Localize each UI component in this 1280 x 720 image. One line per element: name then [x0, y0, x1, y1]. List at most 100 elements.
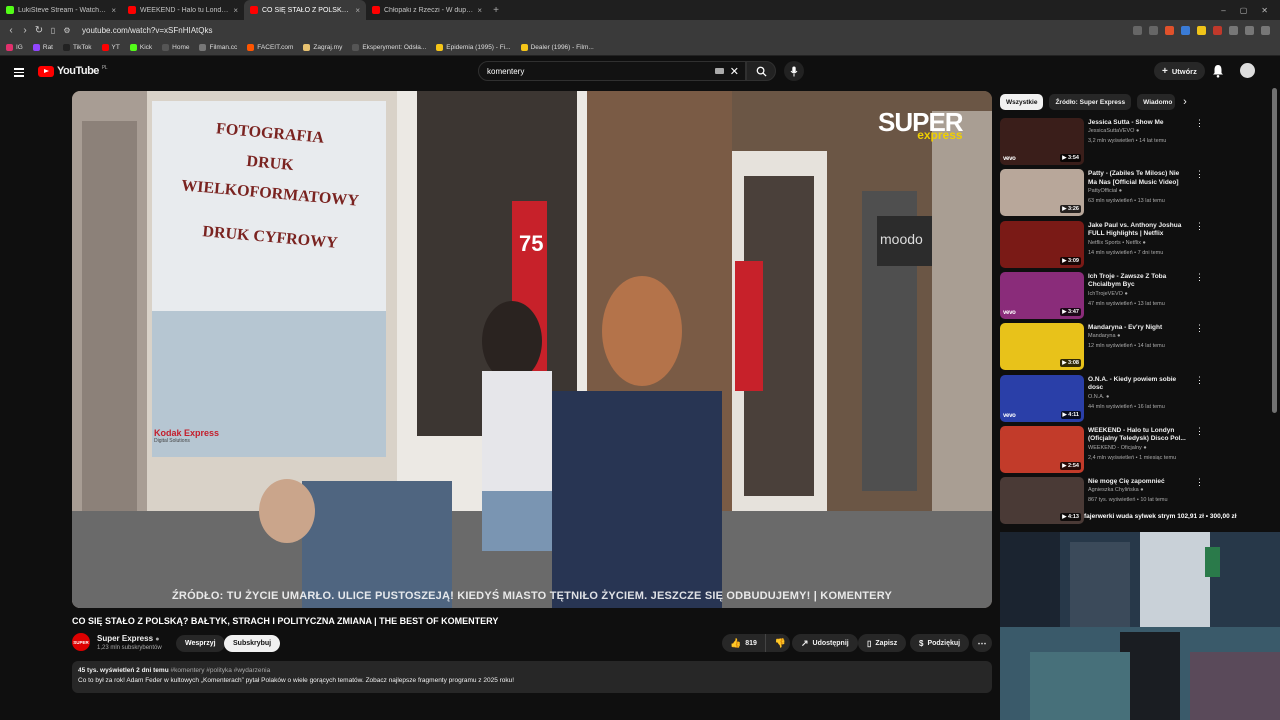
more-actions-button[interactable]: ⋯ [972, 634, 992, 652]
youtube-logo[interactable]: YouTube PL [38, 65, 108, 77]
recommendation-title[interactable]: Patty - (Zabiles Te Milosc) Nie Ma Nas [… [1088, 170, 1186, 187]
recommendation-item[interactable]: ▶ 2:54 WEEKEND - Halo tu Londyn (Oficjaln… [1000, 425, 1204, 474]
extension-icon[interactable] [1213, 25, 1222, 35]
voice-search-button[interactable] [784, 61, 804, 81]
extension-icon[interactable] [1181, 25, 1190, 35]
reload-icon[interactable]: ↻ [32, 25, 46, 36]
more-options-icon[interactable]: ⋮ [1195, 324, 1204, 333]
recommendation-item[interactable]: ▶ 3:26 Patty - (Zabiles Te Milosc) Nie Ma… [1000, 169, 1204, 217]
recommendation-item[interactable]: ▶ 3:08 Mandaryna - Ev'ry Night Mandaryna ●… [1000, 323, 1204, 371]
browser-tab-active[interactable]: CO SIĘ STAŁO Z POLSKĄ? BAŁ × [244, 0, 366, 20]
forward-icon[interactable]: › [18, 25, 32, 36]
close-window-icon[interactable]: ✕ [1261, 6, 1268, 15]
close-tab-icon[interactable]: × [111, 6, 116, 15]
brave-shield-icon[interactable] [1165, 25, 1174, 35]
clear-search-icon[interactable]: ✕ [730, 65, 739, 78]
new-tab-icon[interactable]: + [488, 5, 504, 16]
recommendation-item[interactable]: vevo ▶ 4:11 O.N.A. - Kiedy powiem sobie do… [1000, 374, 1204, 423]
bookmark-item[interactable]: Epidemia (1995) - Fi... [436, 44, 511, 51]
recommendation-thumbnail[interactable]: vevo ▶ 3:54 [1000, 118, 1084, 165]
extension-icon[interactable] [1229, 25, 1238, 35]
url-field[interactable]: youtube.com/watch?v=xSFnHIAtQks [82, 26, 1133, 35]
more-options-icon[interactable]: ⋮ [1195, 375, 1204, 384]
recommendation-thumbnail[interactable]: ▶ 2:54 [1000, 425, 1084, 473]
extension-icon[interactable] [1197, 25, 1206, 35]
share-icon[interactable] [1149, 25, 1158, 35]
recommendation-thumbnail[interactable]: ▶ 3:09 [1000, 220, 1084, 268]
channel-avatar[interactable]: SUPER [72, 633, 90, 651]
more-options-icon[interactable]: ⋮ [1195, 221, 1204, 230]
hamburger-menu-icon[interactable] [14, 66, 24, 79]
more-options-icon[interactable]: ⋮ [1195, 426, 1204, 435]
chip-news[interactable]: Wiadomo [1137, 94, 1176, 110]
recommendation-thumbnail[interactable]: vevo ▶ 3:47 [1000, 271, 1084, 319]
subscribe-button[interactable]: Subskrybuj [224, 635, 281, 652]
recommendation-thumbnail[interactable]: ▶ 4:13 [1000, 477, 1084, 525]
download-icon[interactable] [1245, 25, 1254, 35]
bookmark-item[interactable]: IG [6, 44, 23, 51]
bookmark-item[interactable]: TikTok [63, 44, 92, 51]
chevron-right-icon[interactable]: › [1183, 96, 1187, 108]
notifications-bell-icon[interactable] [1212, 64, 1224, 78]
thumbs-down-icon[interactable]: 👎 [770, 638, 786, 649]
play-mini-icon: ▶ [1062, 257, 1067, 264]
bookmark-item[interactable]: Filman.cc [199, 44, 237, 51]
join-button[interactable]: Wesprzyj [176, 635, 225, 652]
recommendation-title[interactable]: Jessica Sutta - Show Me [1088, 119, 1186, 128]
recommendation-title[interactable]: Jake Paul vs. Anthony Joshua FULL Highli… [1088, 222, 1186, 239]
bookmark-item[interactable]: Eksperyment: Odsła... [352, 44, 426, 51]
browser-tab[interactable]: LukiSteve Stream - Watch Live on × [0, 0, 122, 20]
keyboard-icon[interactable] [714, 68, 724, 74]
account-avatar[interactable] [1240, 63, 1255, 78]
recommendation-item[interactable]: ▶ 3:09 Jake Paul vs. Anthony Joshua FULL … [1000, 220, 1204, 269]
bookmark-item[interactable]: FACEIT.com [247, 44, 293, 51]
like-button[interactable]: 👍 819 [722, 634, 766, 652]
recommendation-title[interactable]: WEEKEND - Halo tu Londyn (Oficjalny Tele… [1088, 427, 1186, 444]
create-button[interactable]: + Utwórz [1154, 62, 1205, 80]
bookmark-item[interactable]: Kick [129, 44, 152, 51]
close-tab-icon[interactable]: × [477, 6, 482, 15]
chip-source[interactable]: Źródło: Super Express [1049, 94, 1132, 110]
recommendation-thumbnail[interactable]: vevo ▶ 4:11 [1000, 374, 1084, 422]
video-player[interactable]: FOTOGRAFIA DRUK WIELKOFORMATOWY DRUK CYF… [72, 91, 992, 608]
bookmark-item[interactable]: Zagraj.my [303, 44, 342, 51]
recommendation-title[interactable]: Nie mogę Cię zapomnieć [1088, 478, 1186, 487]
thanks-button[interactable]: $ Podziękuj [910, 634, 970, 652]
minimize-icon[interactable]: – [1221, 6, 1225, 15]
save-button[interactable]: ▯ Zapisz [858, 634, 907, 652]
recommendation-meta: 14 mln wyświetleń • 7 dni temu [1088, 249, 1164, 256]
bookmark-item[interactable]: Home [162, 44, 189, 51]
recommendation-title[interactable]: Mandaryna - Ev'ry Night [1088, 324, 1186, 333]
recommendation-title[interactable]: O.N.A. - Kiedy powiem sobie dosc [1088, 376, 1186, 393]
more-options-icon[interactable]: ⋮ [1195, 272, 1204, 281]
chip-all[interactable]: Wszystkie [1000, 94, 1044, 110]
browser-tab[interactable]: Chłopaki z Rzeczi - W dupie mam co × [366, 0, 488, 20]
recommendation-item[interactable]: vevo ▶ 3:54 Jessica Sutta - Show Me Jessica… [1000, 118, 1204, 166]
recommendation-thumbnail[interactable]: ▶ 3:26 [1000, 169, 1084, 217]
extension-icon[interactable] [1133, 25, 1142, 35]
more-options-icon[interactable]: ⋮ [1195, 170, 1204, 179]
back-icon[interactable]: ‹ [4, 25, 18, 36]
page-scrollbar[interactable] [1272, 88, 1277, 413]
recommendation-item[interactable]: vevo ▶ 3:47 Ich Troje - Zawsze Z Toba Chci… [1000, 271, 1204, 320]
maximize-icon[interactable]: ▢ [1240, 6, 1248, 15]
search-button[interactable] [746, 61, 776, 81]
recommendation-title[interactable]: Ich Troje - Zawsze Z Toba Chcialbym Byc [1088, 273, 1186, 290]
bookmark-item[interactable]: Dealer (1996) - Film... [520, 44, 594, 51]
bookmark-label: IG [16, 44, 23, 51]
share-button[interactable]: ↗ Udostępnij [792, 634, 858, 652]
more-options-icon[interactable]: ⋮ [1195, 478, 1204, 487]
close-tab-icon[interactable]: × [355, 6, 360, 15]
bookmark-icon[interactable]: ▯ [46, 26, 60, 35]
browser-tab[interactable]: WEEKEND - Halo tu Londyn (Oficjaln × [122, 0, 244, 20]
channel-name[interactable]: Super Express ● [97, 634, 160, 643]
close-tab-icon[interactable]: × [233, 6, 238, 15]
more-options-icon[interactable]: ⋮ [1195, 119, 1204, 128]
bookmark-item[interactable]: Rat [32, 44, 53, 51]
recommendation-thumbnail[interactable]: ▶ 3:08 [1000, 323, 1084, 371]
site-settings-icon[interactable]: ⚙ [60, 26, 74, 35]
description-box[interactable]: 45 tys. wyświetleń 2 dni temu #komentery… [72, 661, 992, 693]
search-input[interactable]: komentery ✕ [478, 61, 746, 81]
menu-icon[interactable] [1261, 25, 1270, 35]
bookmark-item[interactable]: YT [101, 44, 120, 51]
